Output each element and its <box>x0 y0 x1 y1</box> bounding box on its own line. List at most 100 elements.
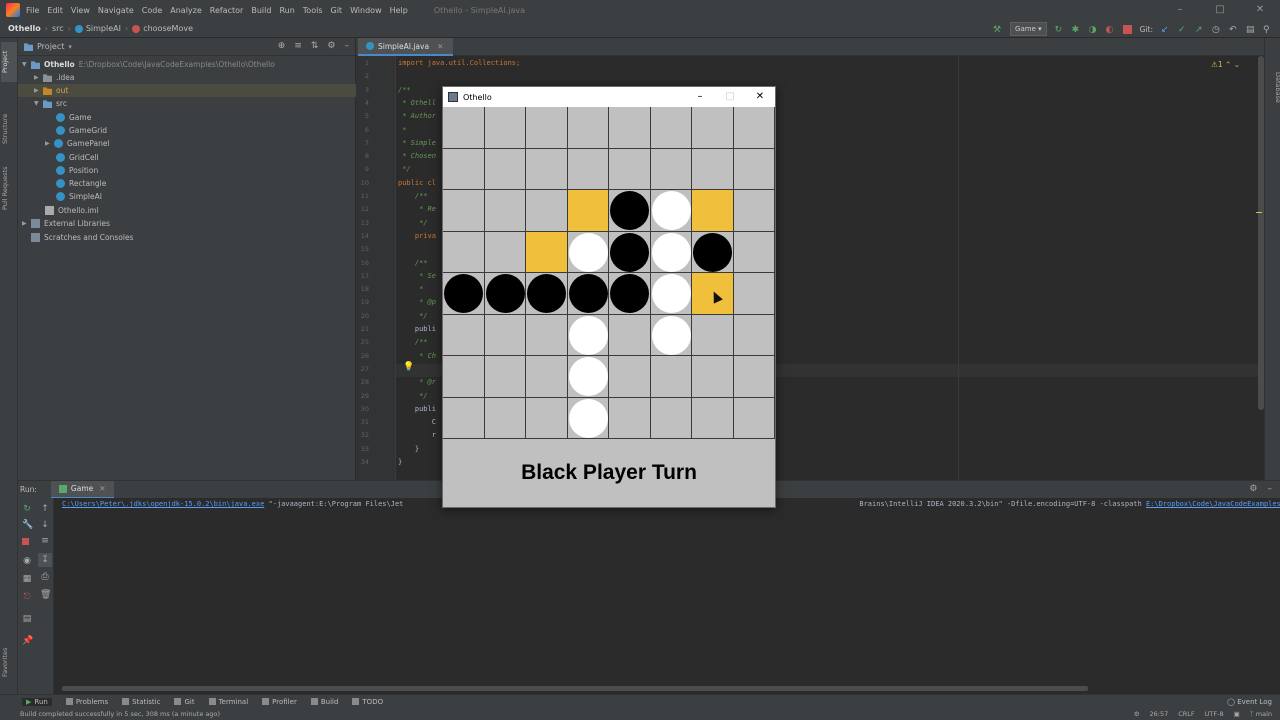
board-cell[interactable] <box>692 397 734 439</box>
build-hammer-icon[interactable]: ⚒ <box>993 25 1002 35</box>
board-cell[interactable] <box>733 107 775 149</box>
board-cell[interactable] <box>650 107 692 149</box>
board-cell[interactable] <box>650 356 692 398</box>
close-icon[interactable]: ✕ <box>745 87 775 107</box>
git-commit-icon[interactable]: ✓ <box>1178 25 1187 35</box>
intention-bulb-icon[interactable]: 💡 <box>403 362 414 372</box>
layout-icon[interactable]: ▦ <box>22 574 32 584</box>
console-scrollbar[interactable] <box>62 686 1088 691</box>
board-cell[interactable] <box>609 107 651 149</box>
breadcrumb-file[interactable]: SimpleAI <box>74 24 121 33</box>
board-cell[interactable] <box>692 148 734 190</box>
board-cell[interactable] <box>692 107 734 149</box>
minimize-icon[interactable]: – <box>1160 0 1200 20</box>
tool-tab-statistic[interactable]: Statistic <box>122 698 160 706</box>
board-cell[interactable] <box>484 273 526 315</box>
menu-help[interactable]: Help <box>390 6 408 15</box>
maximize-icon[interactable]: □ <box>1200 0 1240 20</box>
board-cell[interactable] <box>650 273 692 315</box>
board-cell[interactable] <box>443 397 485 439</box>
collapse-all-icon[interactable]: ≡ <box>294 41 302 51</box>
board-cell[interactable] <box>567 231 609 273</box>
board-cell[interactable] <box>526 148 568 190</box>
tree-item-gamepanel[interactable]: ▶ GamePanel <box>18 137 356 150</box>
board-cell[interactable] <box>526 273 568 315</box>
tool-tab-git[interactable]: Git <box>174 698 195 706</box>
run-configuration-select[interactable]: Game ▾ <box>1010 22 1047 36</box>
board-cell[interactable] <box>484 397 526 439</box>
board-cell[interactable] <box>609 231 651 273</box>
debug-icon[interactable]: ✱ <box>1072 25 1081 35</box>
up-arrow-icon[interactable]: ↑ <box>40 504 50 514</box>
down-arrow-icon[interactable]: ↓ <box>40 520 50 530</box>
board-cell[interactable] <box>526 356 568 398</box>
board-cell[interactable] <box>733 273 775 315</box>
board-cell[interactable] <box>650 231 692 273</box>
tree-item-src[interactable]: ▼ src <box>18 97 356 110</box>
warning-indicator[interactable]: ⚠1 ⌃ ⌄ <box>1211 60 1240 69</box>
status-bulb-icon[interactable]: ⚙ <box>1134 710 1140 718</box>
file-encoding[interactable]: UTF-8 <box>1205 710 1224 718</box>
caret-position[interactable]: 26:57 <box>1150 710 1169 718</box>
board-cell[interactable] <box>484 190 526 232</box>
menu-view[interactable]: View <box>71 6 90 15</box>
board-cell[interactable] <box>484 107 526 149</box>
editor-tab-simpleai[interactable]: SimpleAI.java ✕ <box>358 38 454 56</box>
tree-item-idea[interactable]: ▶ .idea <box>18 71 356 84</box>
board-cell[interactable] <box>733 148 775 190</box>
valid-move-cell[interactable] <box>567 190 609 232</box>
tree-item-position[interactable]: Position <box>18 164 356 177</box>
chevron-right-icon[interactable]: ▶ <box>45 140 54 147</box>
database-tool-tab[interactable]: Database <box>1266 58 1280 118</box>
exit-icon[interactable]: ⎋ <box>22 592 32 602</box>
board-cell[interactable] <box>692 231 734 273</box>
menu-tools[interactable]: Tools <box>303 6 323 15</box>
run-tab-game[interactable]: Game ✕ <box>50 480 114 499</box>
chevron-down-icon[interactable]: ▼ <box>22 61 31 68</box>
board-cell[interactable] <box>526 107 568 149</box>
tree-item-root[interactable]: ▼ Othello E:\Dropbox\Code\JavaCodeExampl… <box>18 58 356 71</box>
tree-item-gamegrid[interactable]: GameGrid <box>18 124 356 137</box>
board-cell[interactable] <box>443 190 485 232</box>
coverage-icon[interactable]: ◑ <box>1089 25 1098 35</box>
board-cell[interactable] <box>733 314 775 356</box>
project-structure-icon[interactable]: ▤ <box>1246 25 1255 35</box>
close-icon[interactable]: ✕ <box>99 484 105 493</box>
board-cell[interactable] <box>443 314 485 356</box>
git-update-icon[interactable]: ↙ <box>1161 25 1170 35</box>
chevron-down-icon[interactable]: ▾ <box>68 43 72 51</box>
run-console[interactable]: C:\Users\Peter\.jdks\openjdk-15.0.2\bin\… <box>54 498 1280 684</box>
minimize-icon[interactable]: – <box>685 87 715 107</box>
tree-item-rectangle[interactable]: Rectangle <box>18 177 356 190</box>
project-tool-tab[interactable]: Project <box>1 42 17 82</box>
board-cell[interactable] <box>567 148 609 190</box>
board-cell[interactable] <box>443 107 485 149</box>
board-cell[interactable] <box>567 107 609 149</box>
board-cell[interactable] <box>567 314 609 356</box>
board-cell[interactable] <box>526 397 568 439</box>
tool-tab-problems[interactable]: Problems <box>65 698 108 706</box>
rerun-icon[interactable]: ↻ <box>1055 25 1064 35</box>
board-cell[interactable] <box>650 190 692 232</box>
tree-item-iml[interactable]: Othello.iml <box>18 204 356 217</box>
tree-item-out[interactable]: ▶ out <box>18 84 356 97</box>
event-log-button[interactable]: ◯ Event Log <box>1227 698 1272 706</box>
menu-navigate[interactable]: Navigate <box>98 6 134 15</box>
board-cell[interactable] <box>692 314 734 356</box>
stop-icon[interactable] <box>22 538 29 545</box>
tree-item-external-libraries[interactable]: ▶ External Libraries <box>18 217 356 230</box>
board-cell[interactable] <box>484 231 526 273</box>
lock-icon[interactable]: ▣ <box>1234 710 1240 718</box>
status-message[interactable]: Build completed successfully in 5 sec, 3… <box>20 710 220 718</box>
breadcrumb-src[interactable]: src <box>52 24 64 33</box>
board-cell[interactable] <box>443 273 485 315</box>
menu-git[interactable]: Git <box>331 6 343 15</box>
tree-item-game[interactable]: Game <box>18 111 356 124</box>
chevron-down-icon[interactable]: ▼ <box>34 100 43 107</box>
tool-tab-terminal[interactable]: Terminal <box>208 698 248 706</box>
menu-build[interactable]: Build <box>251 6 271 15</box>
menu-file[interactable]: File <box>26 6 39 15</box>
board-cell[interactable] <box>609 273 651 315</box>
board-cell[interactable] <box>650 148 692 190</box>
menu-refactor[interactable]: Refactor <box>210 6 244 15</box>
